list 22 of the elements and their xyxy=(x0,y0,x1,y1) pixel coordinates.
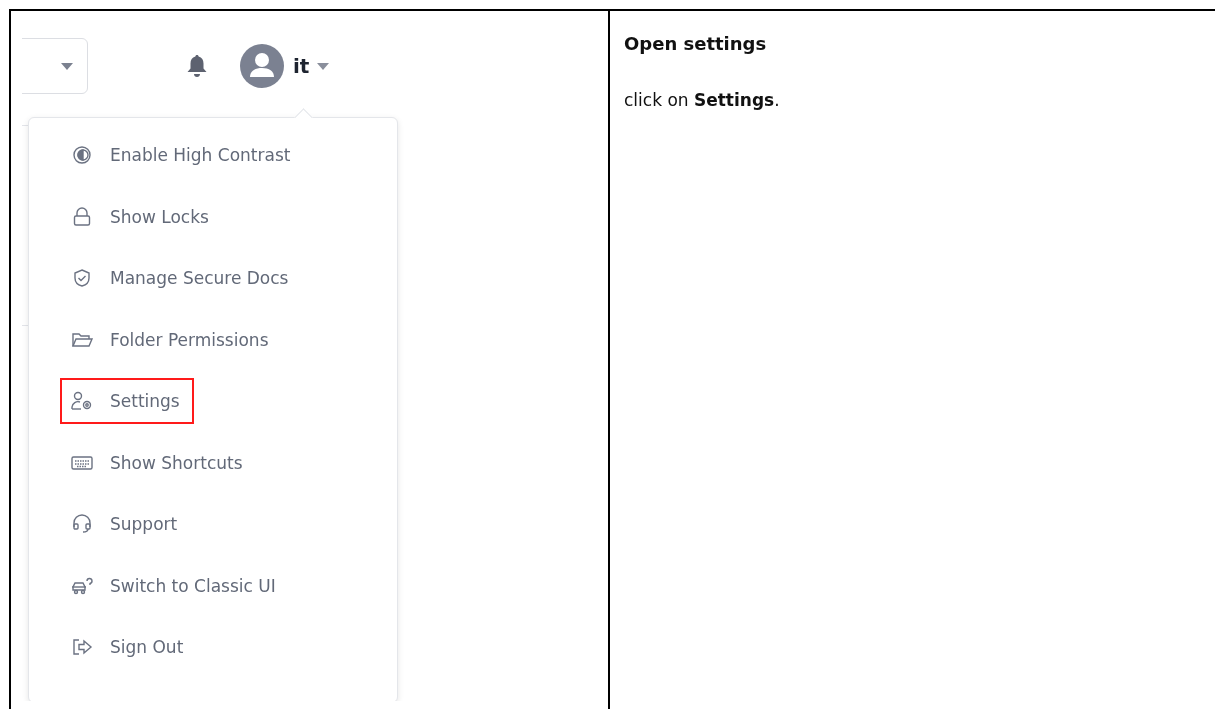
car-icon xyxy=(70,575,94,596)
avatar-icon[interactable] xyxy=(240,44,284,88)
menu-item[interactable]: Sign Out xyxy=(60,624,198,670)
sign-out-icon xyxy=(70,637,94,657)
caret-icon[interactable] xyxy=(317,62,330,70)
headset-icon xyxy=(70,514,94,534)
menu-item[interactable]: Manage Secure Docs xyxy=(60,255,303,301)
user-name[interactable]: it xyxy=(293,54,310,78)
menu-item[interactable]: Show Shortcuts xyxy=(60,439,257,486)
caret-icon xyxy=(61,62,73,70)
menu-item[interactable]: Switch to Classic UI xyxy=(60,562,290,609)
menu-item[interactable]: Enable High Contrast xyxy=(60,132,305,178)
menu-item[interactable]: Show Locks xyxy=(60,193,223,240)
step-instruction: click on Settings. xyxy=(624,90,781,110)
menu-item[interactable]: Folder Permissions xyxy=(60,316,283,363)
menu-item[interactable]: Settings xyxy=(60,378,194,424)
user-gear-icon xyxy=(70,391,94,411)
step-title: Open settings xyxy=(624,33,768,54)
menu-item[interactable]: Support xyxy=(60,501,192,547)
bell-icon[interactable] xyxy=(186,54,208,78)
contrast-icon xyxy=(70,145,94,165)
dropdown-field[interactable] xyxy=(22,38,88,94)
